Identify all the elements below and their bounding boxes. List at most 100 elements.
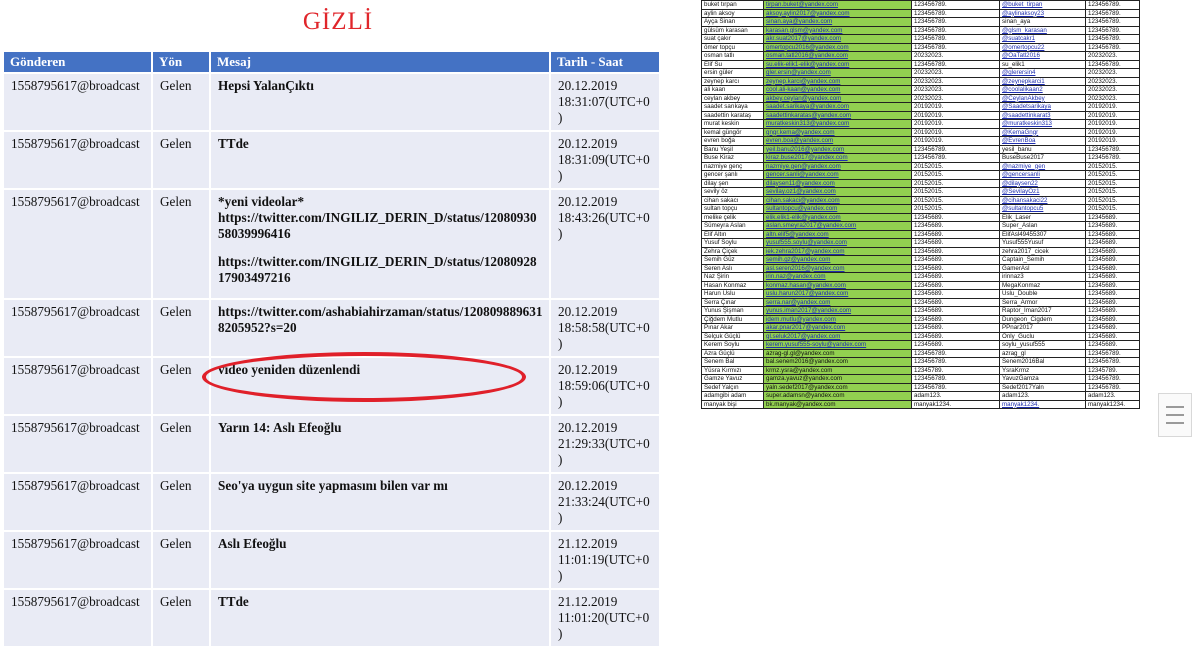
account-email-cell[interactable]: aslan.smeyra2017@yandex.com <box>763 221 912 231</box>
account-row: saadet sarıkaya saadet.sarikaya@yandex.co… <box>701 102 1140 112</box>
account-password2-cell: 20192019. <box>1085 119 1140 129</box>
account-name-cell: kemal güngör <box>701 127 764 137</box>
account-handle-cell[interactable]: @omertopcu22 <box>999 42 1086 52</box>
account-email-cell[interactable]: yeil.banu2016@yandex.com <box>763 144 912 154</box>
account-row: Kerem Soylu kerem.yusuf555-soylu@yandex.c… <box>701 340 1140 350</box>
account-name-cell: Gamze Yavuz <box>701 374 764 384</box>
account-email-cell[interactable]: evren.boa@yandex.com <box>763 136 912 146</box>
account-email-cell[interactable]: elik.elik1-elik@yandex.com <box>763 212 912 222</box>
account-password2-cell: 123456789. <box>1085 382 1140 392</box>
account-name-cell: Çiğdem Mutlu <box>701 314 764 324</box>
account-password2-cell: 20152015. <box>1085 187 1140 197</box>
account-handle-cell[interactable]: @SevilayOz1 <box>999 187 1086 197</box>
account-password-cell: 12345689. <box>911 263 1000 273</box>
account-email-cell[interactable]: muratkeskin313@yandex.com <box>763 119 912 129</box>
account-row: adamgibi adam super.adamsn@yandex.com adam… <box>701 391 1140 401</box>
account-email-cell[interactable]: gler.ersin@yandex.com <box>763 68 912 78</box>
accounts-sheet-panel: buket tırpan tirpan.buket@yandex.com 12345… <box>701 0 1151 480</box>
account-handle-cell[interactable]: @glerersin4 <box>999 68 1086 78</box>
account-email-cell[interactable]: asl.seren2016@yandex.com <box>763 263 912 273</box>
account-handle-cell[interactable]: @Saadetsarikaya <box>999 102 1086 112</box>
account-handle-cell[interactable]: @coolalikaan2 <box>999 85 1086 95</box>
account-email-cell[interactable]: tirpan.buket@yandex.com <box>763 0 912 10</box>
account-email-cell[interactable]: semih.gz@yandex.com <box>763 255 912 265</box>
account-email-cell[interactable]: saadettinkaratas@yandex.com <box>763 110 912 120</box>
account-email-cell[interactable]: irin.naz@yandex.com <box>763 272 912 282</box>
date-time-cell: 21.12.2019 11:01:19(UTC+0) <box>550 530 661 589</box>
account-password2-cell: 12345789. <box>1085 365 1140 375</box>
account-email-cell[interactable]: sultantopcu@yandex.com <box>763 204 912 214</box>
account-email-cell[interactable]: sevilay.oz1@yandex.com <box>763 187 912 197</box>
account-handle-cell[interactable]: @aylinaksoy23 <box>999 8 1086 18</box>
account-email-cell[interactable]: nazmiye.gen@yandex.com <box>763 161 912 171</box>
account-email-cell[interactable]: omertopcu2016@yandex.com <box>763 42 912 52</box>
account-password2-cell: 20152015. <box>1085 170 1140 180</box>
account-email-cell[interactable]: kiraz.buse2017@yandex.com <box>763 153 912 163</box>
account-name-cell: Semih Güz <box>701 255 764 265</box>
message-table: Gönderen Yön Mesaj Tarih - Saat 15587956… <box>4 52 661 646</box>
account-email-cell[interactable]: gencer.sanli@yandex.com <box>763 170 912 180</box>
account-handle-cell: GamerAsl <box>999 263 1086 273</box>
account-row: dilay şen dilaysen11@yandex.com 20152015. @… <box>701 178 1140 188</box>
account-handle-cell[interactable]: @dilaysen22 <box>999 178 1086 188</box>
account-handle-cell[interactable]: @KemaGngr <box>999 127 1086 137</box>
account-email-cell[interactable]: sinan.aya@yandex.com <box>763 17 912 27</box>
account-email-cell[interactable]: su.elik-elik1-elik@yandex.com <box>763 59 912 69</box>
account-email-cell[interactable]: gl.seluk2017@yandex.com <box>763 331 912 341</box>
account-handle-cell[interactable]: @OaTatl2016 <box>999 51 1086 61</box>
account-row: ömer topçu omertopcu2016@yandex.com 123456… <box>701 42 1140 52</box>
account-handle-cell: zehra2017_cicek <box>999 246 1086 256</box>
account-email-cell[interactable]: cihan.sakaci@yandex.com <box>763 195 912 205</box>
account-handle-cell[interactable]: manyak1234. <box>999 399 1086 409</box>
account-handle-cell[interactable]: @CeylanAkbey <box>999 93 1086 103</box>
account-email-cell[interactable]: osman.tatl2016@yandex.com <box>763 51 912 61</box>
account-email-cell[interactable]: yunus.iman2017@yandex.com <box>763 306 912 316</box>
account-email-cell[interactable]: zeynep.karci@yandex.com <box>763 76 912 86</box>
account-row: Yüsra Kırmızı krmz.ysra@yandex.com 1234578… <box>701 365 1140 375</box>
account-email-cell[interactable]: akbey.ceylan@yandex.com <box>763 93 912 103</box>
account-handle-cell[interactable]: @EvrenBoa <box>999 136 1086 146</box>
direction-cell: Gelen <box>152 414 211 473</box>
account-email-cell[interactable]: akr.suat2017@yandex.com <box>763 34 912 44</box>
account-handle-cell[interactable]: @saadettinkarat3 <box>999 110 1086 120</box>
account-email-cell[interactable]: yusuf555.soylu@yandex.com <box>763 238 912 248</box>
account-password-cell: 123456789. <box>911 153 1000 163</box>
account-email-cell[interactable]: karasan.glsm@yandex.com <box>763 25 912 35</box>
account-handle-cell[interactable]: @sultantopcu5 <box>999 204 1086 214</box>
account-handle-cell[interactable]: @zeynepkarci1 <box>999 76 1086 86</box>
account-email-cell[interactable]: saadet.sarikaya@yandex.com <box>763 102 912 112</box>
account-email-cell[interactable]: aksoy.aylin2017@yandex.com <box>763 8 912 18</box>
account-handle-cell[interactable]: @muratkeskin313 <box>999 119 1086 129</box>
account-email-cell[interactable]: dilaysen11@yandex.com <box>763 178 912 188</box>
account-email-cell[interactable]: konmaz.hasan@yandex.com <box>763 280 912 290</box>
message-row: 1558795617@broadcast Gelen Aslı Efeoğlu 21.… <box>4 530 661 589</box>
account-email-cell[interactable]: cool.ali-kaan@yandex.com <box>763 85 912 95</box>
account-email-cell[interactable]: kerem.yusuf555-soylu@yandex.com <box>763 340 912 350</box>
account-email-cell[interactable]: iek.zehra2017@yandex.com <box>763 246 912 256</box>
message-text: Yarın 14: Aslı Efeoğlu <box>218 420 342 435</box>
message-cell: *yeni videolar* https://twitter.com/INGI… <box>210 188 551 299</box>
direction-cell: Gelen <box>152 188 211 299</box>
account-name-cell: melike çelik <box>701 212 764 222</box>
account-password2-cell: 12345689. <box>1085 272 1140 282</box>
account-handle-cell: adam123. <box>999 391 1086 401</box>
account-password-cell: 123456789. <box>911 144 1000 154</box>
account-handle-cell[interactable]: @cihansakaci22 <box>999 195 1086 205</box>
account-handle-cell[interactable]: @buket_tirpan <box>999 0 1086 10</box>
account-email-cell[interactable]: idem.mutlu@yandex.com <box>763 314 912 324</box>
account-email-cell[interactable]: akar.pnar2017@yandex.com <box>763 323 912 333</box>
account-handle-cell: Yusuf555Yusuf <box>999 238 1086 248</box>
account-handle-cell[interactable]: @suatcakr1 <box>999 34 1086 44</box>
account-handle-cell[interactable]: @glsm_karasan <box>999 25 1086 35</box>
account-email-cell[interactable]: uslu.harun2017@yandex.com <box>763 289 912 299</box>
sender-cell: 1558795617@broadcast <box>4 72 153 131</box>
account-email-cell[interactable]: gngr.kema@yandex.com <box>763 127 912 137</box>
account-name-cell: Zehra Çiçek <box>701 246 764 256</box>
account-handle-cell[interactable]: @nazmiye_gen <box>999 161 1086 171</box>
menu-lines-icon[interactable] <box>1158 393 1192 437</box>
account-handle-cell[interactable]: @gencersanli <box>999 170 1086 180</box>
account-row: Selçuk Güçlü gl.seluk2017@yandex.com 12345… <box>701 331 1140 341</box>
account-email-cell[interactable]: serra.nar@yandex.com <box>763 297 912 307</box>
account-password2-cell: 12345689. <box>1085 263 1140 273</box>
account-email-cell[interactable]: altn.elif5@yandex.com <box>763 229 912 239</box>
